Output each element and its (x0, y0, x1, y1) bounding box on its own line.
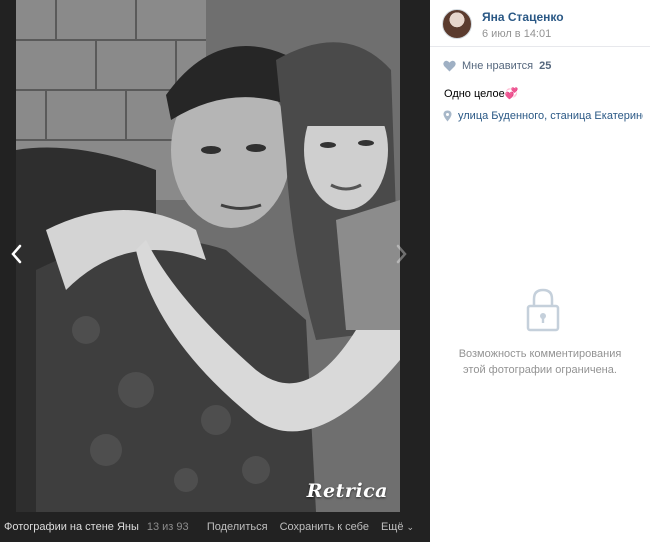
location-link[interactable]: улица Буденного, станица Екатериног… (443, 110, 643, 122)
next-photo-button[interactable] (392, 242, 412, 266)
photo-actions: Поделиться Сохранить к себе Ещё ⌄ (207, 521, 414, 533)
photo-counter: 13 из 93 (146, 521, 189, 533)
viewer-bottom-bar: Фотографии на стене Яны 13 из 93 Поделит… (0, 512, 430, 542)
album-title[interactable]: Фотографии на стене Яны (4, 521, 139, 533)
save-button[interactable]: Сохранить к себе (280, 521, 369, 533)
more-button[interactable]: Ещё ⌄ (381, 521, 414, 533)
author-block: Яна Стаценко 6 июл в 14:01 (442, 9, 564, 40)
post-date[interactable]: 6 июл в 14:01 (482, 28, 564, 40)
like-count: 25 (539, 60, 552, 72)
divider (430, 46, 650, 47)
more-label: Ещё (380, 521, 404, 533)
photo-image (16, 0, 400, 512)
share-button[interactable]: Поделиться (207, 521, 268, 533)
retrica-watermark: Retrica (306, 480, 388, 502)
photo-caption: Одно целое💞 (444, 88, 519, 100)
lock-icon (526, 288, 560, 337)
heart-icon (443, 60, 456, 72)
previous-photo-button[interactable] (6, 242, 26, 266)
chevron-left-icon (11, 244, 22, 264)
chevron-right-icon (396, 244, 407, 264)
photo-sidebar: Яна Стаценко 6 июл в 14:01 Мне нравится … (430, 0, 650, 542)
photo[interactable]: Retrica (16, 0, 400, 512)
like-label: Мне нравится (462, 60, 534, 72)
photo-viewer: Retrica Фотографии на стене Яны 13 из 93… (0, 0, 430, 542)
location-text: улица Буденного, станица Екатериног… (458, 110, 643, 122)
avatar[interactable] (442, 9, 472, 39)
chevron-down-icon: ⌄ (406, 522, 414, 532)
comments-restricted-text: Возможность комментирования этой фотогра… (458, 348, 622, 376)
author-name[interactable]: Яна Стаценко (482, 10, 564, 24)
like-button[interactable]: Мне нравится 25 (443, 60, 551, 72)
location-pin-icon (443, 110, 452, 122)
